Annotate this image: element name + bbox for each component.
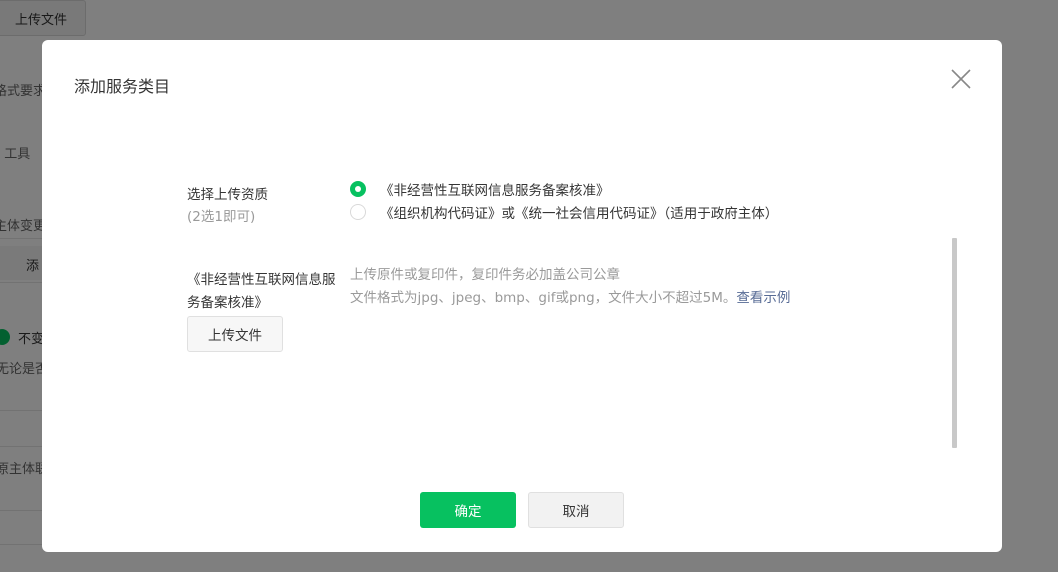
upload-hint-line2: 文件格式为jpg、jpeg、bmp、gif或png，文件大小不超过5M。查看示例 <box>350 286 790 306</box>
upload-format-hint: 文件格式为jpg、jpeg、bmp、gif或png，文件大小不超过5M。 <box>350 290 737 306</box>
radio-option-org-code[interactable]: 《组织机构代码证》或《统一社会信用代码证》（适用于政府主体） <box>350 202 778 222</box>
upload-file-button[interactable]: 上传文件 <box>187 316 283 352</box>
radio-option-icp-filing[interactable]: 《非经营性互联网信息服务备案核准》 <box>350 179 610 199</box>
close-icon <box>951 69 971 89</box>
upload-hint-line1: 上传原件或复印件，复印件务必加盖公司公章 <box>350 267 620 283</box>
scrollbar[interactable] <box>952 238 957 448</box>
add-service-category-dialog: 添加服务类目 选择上传资质 (2选1即可) 《非经营性互联网信息服务备案核准》 … <box>42 40 1002 552</box>
cancel-button[interactable]: 取消 <box>528 492 624 528</box>
radio-option-label: 《组织机构代码证》或《统一社会信用代码证》（适用于政府主体） <box>380 206 779 222</box>
radio-checked-icon <box>350 181 366 197</box>
qualification-label-text: 选择上传资质 <box>187 187 268 203</box>
view-example-link[interactable]: 查看示例 <box>736 290 790 306</box>
upload-field-label: 《非经营性互联网信息服务备案核准》 <box>187 272 336 311</box>
qualification-sublabel: (2选1即可) <box>187 209 256 225</box>
radio-option-label: 《非经营性互联网信息服务备案核准》 <box>380 183 610 199</box>
qualification-label: 选择上传资质 (2选1即可) <box>187 184 268 228</box>
close-button[interactable] <box>946 64 976 94</box>
radio-unchecked-icon <box>350 204 366 220</box>
confirm-button[interactable]: 确定 <box>420 492 516 528</box>
dialog-title: 添加服务类目 <box>74 77 171 96</box>
